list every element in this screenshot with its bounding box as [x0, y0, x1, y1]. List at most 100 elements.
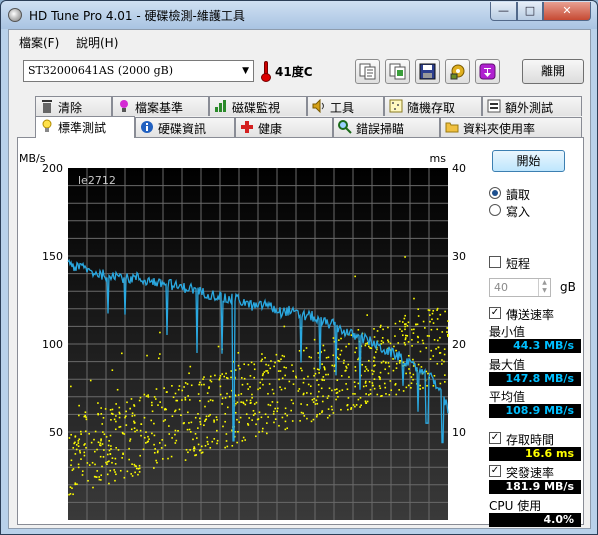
access-time-point [367, 369, 369, 372]
tab-extra-tests[interactable]: 額外測試 [482, 96, 582, 116]
access-time-point [168, 433, 171, 435]
burst-rate-checkbox[interactable]: ✓ [489, 465, 501, 477]
access-time-point [379, 378, 381, 381]
close-button[interactable]: ✕ [543, 2, 591, 21]
access-time-point [340, 349, 343, 352]
access-time-point [239, 416, 242, 419]
tab-disk-monitor[interactable]: 磁碟監視 [209, 96, 307, 116]
access-time-point [153, 434, 156, 437]
tab-health[interactable]: 健康 [235, 117, 333, 137]
access-time-point [171, 437, 173, 439]
access-time-point [86, 462, 89, 464]
access-time-point [411, 338, 413, 341]
access-time-point [433, 374, 436, 377]
transfer-rate-checkbox[interactable]: ✓ [489, 307, 501, 319]
spin-arrows-icon[interactable]: ▲ ▼ [538, 279, 550, 296]
access-time-point [155, 459, 157, 462]
tab-folder-usage[interactable]: 資料夾使用率 [440, 117, 582, 137]
tab-benchmark-label: 標準測試 [58, 121, 107, 135]
access-time-point [279, 386, 281, 388]
copy-text-button[interactable] [355, 59, 380, 84]
tab-error-scan[interactable]: 錯誤掃瞄 [333, 117, 440, 137]
access-time-point [306, 404, 309, 406]
tab-erase[interactable]: 清除 [35, 96, 112, 116]
access-time-point [250, 401, 252, 404]
access-time-point [237, 394, 240, 396]
access-time-point [118, 406, 121, 409]
access-time-point [242, 401, 244, 404]
access-time-point [404, 325, 406, 328]
copy-screenshot-button[interactable] [385, 59, 410, 84]
access-time-point [323, 367, 326, 370]
read-radio[interactable] [489, 187, 501, 199]
access-time-point [332, 412, 335, 414]
tab-info[interactable]: 硬碟資訊 [135, 117, 235, 137]
access-time-point [202, 378, 204, 380]
access-time-point [354, 393, 356, 395]
start-button[interactable]: 開始 [492, 150, 565, 172]
short-stroke-input[interactable]: 40 ▲ ▼ [489, 278, 551, 297]
access-time-point [151, 410, 154, 413]
access-time-point [219, 385, 222, 388]
access-time-point [318, 390, 320, 393]
access-time-point [267, 372, 270, 374]
access-time-point [139, 454, 141, 457]
access-time-point [91, 461, 94, 464]
menu-help[interactable]: 說明(H) [76, 34, 118, 51]
tab-random-access[interactable]: 隨機存取 [384, 96, 482, 116]
access-time-point [171, 385, 173, 387]
access-time-point [368, 380, 371, 383]
access-time-point [258, 411, 261, 414]
copy-text-icon [359, 63, 376, 80]
access-time-point [174, 429, 177, 432]
access-time-point [241, 440, 244, 442]
access-time-point [332, 337, 335, 339]
save-button[interactable] [415, 59, 440, 84]
access-time-point [206, 436, 209, 439]
access-time-point [94, 450, 96, 453]
access-time-point [106, 463, 108, 465]
exit-button[interactable]: 離開 [522, 59, 584, 84]
access-time-point [75, 448, 78, 451]
access-time-checkbox[interactable]: ✓ [489, 432, 501, 444]
download-button[interactable] [475, 59, 500, 84]
access-time-point [433, 339, 436, 341]
access-time-point [194, 433, 197, 435]
access-time-point [214, 374, 216, 377]
access-time-point [197, 413, 199, 415]
access-time-point [207, 400, 210, 403]
access-time-point [261, 353, 263, 355]
menu-file[interactable]: 檔案(F) [19, 34, 59, 51]
short-stroke-checkbox[interactable] [489, 256, 501, 268]
access-time-point [184, 398, 187, 401]
access-time-point [249, 386, 251, 388]
access-time-point [184, 382, 187, 384]
access-time-point [302, 393, 305, 396]
access-time-point [72, 447, 75, 449]
access-time-point [249, 399, 252, 402]
access-time-point [354, 275, 356, 278]
maximize-button[interactable]: □ [517, 2, 543, 21]
access-time-point [416, 323, 419, 326]
minimize-button[interactable]: — [490, 2, 517, 21]
tab-file-benchmark[interactable]: 檔案基準 [112, 96, 209, 116]
access-time-point [327, 395, 330, 397]
options-button[interactable] [445, 59, 470, 84]
tab-benchmark[interactable]: 標準測試 [35, 116, 135, 138]
access-time-point [353, 381, 356, 383]
title-bar[interactable]: HD Tune Pro 4.01 - 硬碟檢測-維護工具 — □ ✕ [1, 1, 597, 29]
access-time-point [281, 416, 284, 419]
access-time-point [153, 443, 155, 446]
write-radio[interactable] [489, 204, 501, 216]
access-time-point [186, 428, 189, 431]
access-time-point [216, 439, 219, 442]
access-time-point [334, 388, 336, 391]
access-time-point [177, 430, 179, 432]
access-time-point [411, 345, 413, 347]
tab-tools[interactable]: 工具 [307, 96, 384, 116]
drive-select[interactable]: ST32000641AS (2000 gB) ▼ [23, 60, 254, 82]
access-time-point [197, 443, 200, 446]
access-time-point [327, 408, 330, 410]
access-time-point [291, 364, 293, 366]
access-time-point [84, 411, 87, 414]
